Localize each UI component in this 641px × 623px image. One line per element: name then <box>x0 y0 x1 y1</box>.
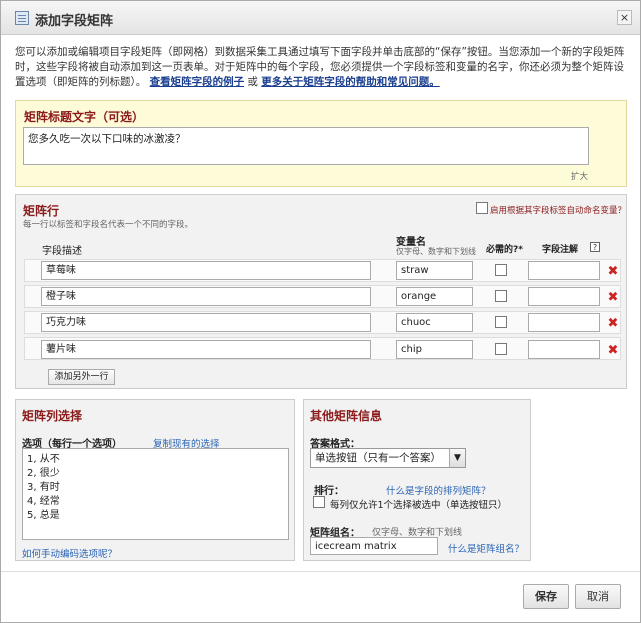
help-faq-link[interactable]: 更多关于矩阵字段的帮助和常见问题。 <box>261 76 440 88</box>
rank-checkbox[interactable] <box>313 496 325 508</box>
row-var-input[interactable]: straw <box>396 261 473 280</box>
rank-help-link[interactable]: 什么是字段的排列矩阵？ <box>386 483 491 497</box>
answer-format-value: 单选按钮（只有一个答案） <box>315 452 441 464</box>
row-required-checkbox[interactable] <box>495 290 507 302</box>
group-name-help-link[interactable]: 什么是矩阵组名？ <box>448 541 524 555</box>
expand-link[interactable]: 扩大 <box>571 170 588 182</box>
matrix-header-section: 矩阵标题文字（可选） 您多久吃一次以下口味的冰激凌？ 扩大 <box>15 100 627 187</box>
delete-row-icon[interactable]: ✖ <box>607 265 619 278</box>
rows-section-subtitle: 每一行以标签和字段名代表一个不同的字段。 <box>23 220 194 230</box>
row-var-input[interactable]: chuoc <box>396 313 473 332</box>
example-link[interactable]: 查看矩阵字段的例子 <box>150 76 245 88</box>
header-section-title: 矩阵标题文字（可选） <box>24 110 145 124</box>
row-label-input[interactable]: 橙子味 <box>41 287 371 306</box>
col-header-required: 必需的?* <box>486 245 523 255</box>
rank-label: 排行： <box>314 486 344 497</box>
dialog-footer: 保存 取消 <box>1 571 640 622</box>
auto-name-label: 启用根据其字段标签自动命名变量？ <box>490 206 627 216</box>
choices-textarea[interactable]: 1, 从不 2, 很少 3, 有时 4, 经常 5, 总是 <box>22 448 289 540</box>
row-var-input[interactable]: orange <box>396 287 473 306</box>
intro-text: 您可以添加或编辑项目字段矩阵（即网格）到数据采集工具通过填写下面字段并单击底部的… <box>15 45 629 90</box>
matrix-choices-section: 矩阵列选择 选项（每行一个选项） 复制现有的选择 1, 从不 2, 很少 3, … <box>15 399 295 561</box>
rows-section-title: 矩阵行 <box>23 204 60 218</box>
choices-section-title: 矩阵列选择 <box>22 409 83 423</box>
choice-line: 4, 经常 <box>27 496 60 507</box>
row-required-checkbox[interactable] <box>495 343 507 355</box>
delete-row-icon[interactable]: ✖ <box>607 317 619 330</box>
close-button[interactable]: × <box>617 10 632 25</box>
col-header-var-hint: 仅字母、数字和下划线 <box>396 247 476 256</box>
add-row-button[interactable]: 添加另外一行 <box>48 369 115 385</box>
dialog-title: 添加字段矩阵 <box>35 14 114 29</box>
row-required-checkbox[interactable] <box>495 316 507 328</box>
row-label-input[interactable]: 薯片味 <box>41 340 371 359</box>
choice-line: 5, 总是 <box>27 510 60 521</box>
choice-line: 2, 很少 <box>27 468 60 479</box>
form-icon <box>15 11 29 25</box>
row-required-checkbox[interactable] <box>495 264 507 276</box>
row-note-input[interactable] <box>528 261 600 280</box>
chevron-down-icon: ▼ <box>449 449 465 467</box>
delete-row-icon[interactable]: ✖ <box>607 291 619 304</box>
row-note-input[interactable] <box>528 340 600 359</box>
delete-row-icon[interactable]: ✖ <box>607 344 619 357</box>
group-name-input[interactable]: icecream matrix <box>310 537 438 555</box>
manual-coding-help-link[interactable]: 如何手动编码选项呢？ <box>22 546 117 560</box>
cancel-button[interactable]: 取消 <box>575 584 621 609</box>
add-matrix-dialog: 添加字段矩阵 × 您可以添加或编辑项目字段矩阵（即网格）到数据采集工具通过填写下… <box>0 0 641 623</box>
choice-line: 3, 有时 <box>27 482 60 493</box>
rank-checkbox-label: 每列仅允许1个选择被选中（单选按钮只） <box>330 500 508 511</box>
auto-name-checkbox[interactable] <box>476 202 488 214</box>
note-help-icon[interactable]: ? <box>590 242 600 252</box>
row-note-input[interactable] <box>528 287 600 306</box>
or-text: 或 <box>244 76 262 88</box>
save-button[interactable]: 保存 <box>523 584 569 609</box>
row-label-input[interactable]: 草莓味 <box>41 261 371 280</box>
row-var-input[interactable]: chip <box>396 340 473 359</box>
other-section-title: 其他矩阵信息 <box>310 409 383 423</box>
matrix-other-section: 其他矩阵信息 答案格式： 单选按钮（只有一个答案） ▼ 排行： 什么是字段的排列… <box>303 399 531 561</box>
col-header-note: 字段注解 <box>542 245 579 255</box>
col-header-label: 字段描述 <box>42 246 82 257</box>
row-note-input[interactable] <box>528 313 600 332</box>
matrix-header-textarea[interactable]: 您多久吃一次以下口味的冰激凌？ <box>23 127 589 165</box>
answer-format-select[interactable]: 单选按钮（只有一个答案） ▼ <box>310 448 466 468</box>
row-label-input[interactable]: 巧克力味 <box>41 313 371 332</box>
dialog-titlebar: 添加字段矩阵 × <box>1 1 640 35</box>
choice-line: 1, 从不 <box>27 454 60 465</box>
